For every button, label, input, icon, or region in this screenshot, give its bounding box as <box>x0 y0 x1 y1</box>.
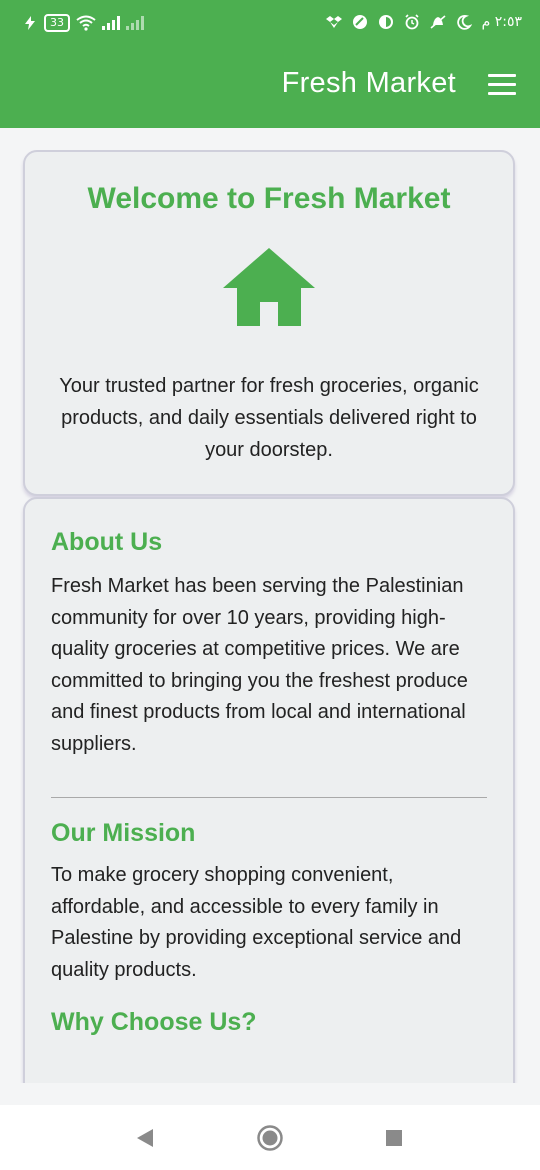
alarm-icon <box>405 14 419 30</box>
vpn-icon <box>352 15 367 29</box>
charging-bolt-icon <box>25 16 35 30</box>
welcome-text: Your trusted partner for fresh groceries… <box>59 375 479 461</box>
welcome-card: Welcome to Fresh Market Your trusted par… <box>23 150 515 496</box>
system-nav-bar <box>0 1105 540 1170</box>
data-saver-icon <box>378 15 393 29</box>
status-left: 33 <box>22 14 144 32</box>
mute-icon <box>430 15 446 29</box>
signal-icon <box>102 16 120 30</box>
moon-icon <box>456 14 472 30</box>
status-bar: 33 ٢:٥٣ م <box>0 0 540 50</box>
wifi-icon <box>76 15 96 31</box>
home-icon <box>223 248 315 326</box>
welcome-title: Welcome to Fresh Market <box>87 182 451 215</box>
status-time: ٢:٥٣ م <box>481 14 522 30</box>
main-content[interactable]: Welcome to Fresh Market Your trusted par… <box>0 128 540 1083</box>
app-title: Fresh Market <box>281 67 456 99</box>
mission-text: To make grocery shopping convenient, aff… <box>51 864 462 981</box>
why-choose-title: Why Choose Us? <box>51 1008 257 1036</box>
dropbox-icon <box>325 16 342 28</box>
home-circle-icon[interactable] <box>255 1123 285 1153</box>
section-divider <box>51 797 487 798</box>
about-title: About Us <box>51 528 163 556</box>
app-bar: Fresh Market <box>0 50 540 128</box>
recents-square-icon[interactable] <box>379 1123 409 1153</box>
back-triangle-icon[interactable] <box>131 1123 161 1153</box>
about-text: Fresh Market has been serving the Palest… <box>51 575 468 755</box>
battery-indicator: 33 <box>44 14 70 32</box>
signal-no-service-icon <box>126 16 144 30</box>
status-right: ٢:٥٣ م <box>325 14 522 30</box>
hamburger-menu-icon[interactable] <box>488 74 516 98</box>
mission-title: Our Mission <box>51 819 196 847</box>
about-card: About Us Fresh Market has been serving t… <box>23 497 515 1083</box>
